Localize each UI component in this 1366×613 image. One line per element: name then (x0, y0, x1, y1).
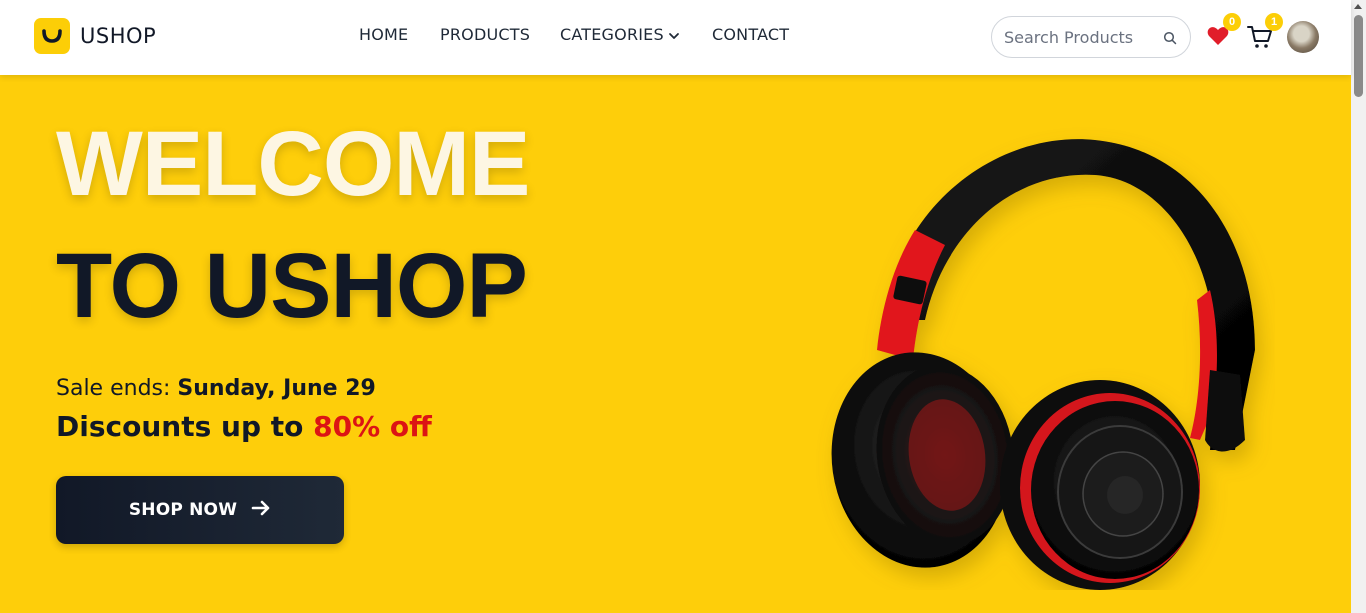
nav-contact[interactable]: CONTACT (712, 25, 789, 44)
cart-button[interactable]: 1 (1247, 13, 1283, 54)
scrollbar-thumb[interactable] (1354, 15, 1363, 97)
nav-categories-label: CATEGORIES (560, 25, 664, 44)
arrow-right-icon (251, 499, 271, 522)
nav-home[interactable]: HOME (359, 25, 408, 44)
shop-now-label: SHOP NOW (128, 500, 238, 520)
headphones-image (815, 120, 1275, 590)
sale-prefix: Sale ends: (56, 376, 178, 401)
cart-icon (1247, 26, 1273, 53)
discount-text: Discounts up to 80% off (56, 410, 432, 443)
hero-title-line2: TO USHOP (56, 235, 528, 337)
discount-value: 80% off (313, 410, 432, 443)
page-scrollbar[interactable] (1351, 0, 1366, 613)
search-box (991, 16, 1191, 58)
discount-prefix: Discounts up to (56, 410, 314, 443)
heart-icon (1207, 27, 1229, 50)
scroll-up-arrow-icon[interactable] (1354, 4, 1362, 9)
cart-count-badge: 1 (1265, 13, 1283, 31)
shop-now-button[interactable]: SHOP NOW (56, 476, 344, 544)
chevron-down-icon (668, 26, 680, 45)
hero-title-line1: WELCOME (56, 113, 530, 215)
user-avatar[interactable] (1287, 21, 1319, 53)
search-icon[interactable] (1163, 31, 1177, 50)
nav-categories[interactable]: CATEGORIES (560, 25, 680, 45)
sale-ends-text: Sale ends: Sunday, June 29 (56, 376, 376, 401)
nav-products[interactable]: PRODUCTS (440, 25, 530, 44)
wishlist-button[interactable]: 0 (1207, 13, 1241, 51)
search-input[interactable] (1004, 26, 1154, 48)
site-header: USHOP HOME PRODUCTS CATEGORIES CONTACT 0… (0, 0, 1351, 75)
wishlist-count-badge: 0 (1223, 13, 1241, 31)
sale-date: Sunday, June 29 (177, 376, 376, 401)
